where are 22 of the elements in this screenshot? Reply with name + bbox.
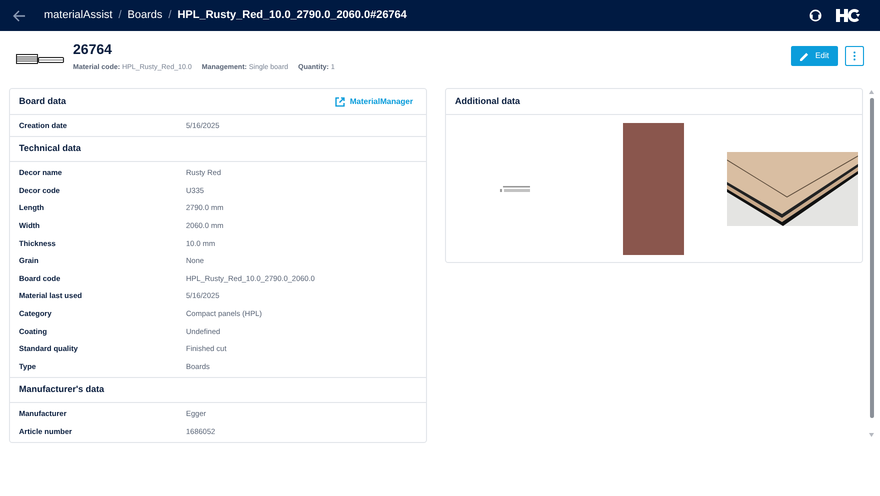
card-title: Board data	[19, 94, 66, 108]
more-options-button[interactable]	[845, 46, 864, 66]
breadcrumb-separator: /	[118, 8, 122, 24]
scroll-up-icon[interactable]	[869, 90, 874, 94]
breadcrumb-link[interactable]: Boards	[128, 7, 162, 24]
scrollbar-thumb[interactable]	[870, 98, 874, 418]
breadcrumb-separator: /	[168, 8, 172, 24]
boards-icon	[16, 54, 64, 64]
section-title: Manufacturer's data	[10, 377, 426, 404]
support-icon[interactable]	[809, 9, 822, 22]
back-icon[interactable]	[12, 8, 26, 22]
external-link-icon	[334, 96, 345, 106]
card-title: Additional data	[446, 89, 862, 115]
pencil-icon	[800, 52, 810, 60]
more-icon	[853, 51, 856, 61]
breadcrumb-current: HPL_Rusty_Red_10.0_2790.0_2060.0#26764	[177, 8, 407, 24]
section-title: Technical data	[10, 136, 426, 162]
manufacturer-logo-icon	[500, 186, 530, 192]
breadcrumb-link[interactable]: materialAssist	[44, 7, 112, 24]
board-number-title: 26764	[73, 40, 113, 58]
user-logo-icon[interactable]	[836, 9, 862, 22]
scroll-down-icon[interactable]	[869, 433, 874, 437]
